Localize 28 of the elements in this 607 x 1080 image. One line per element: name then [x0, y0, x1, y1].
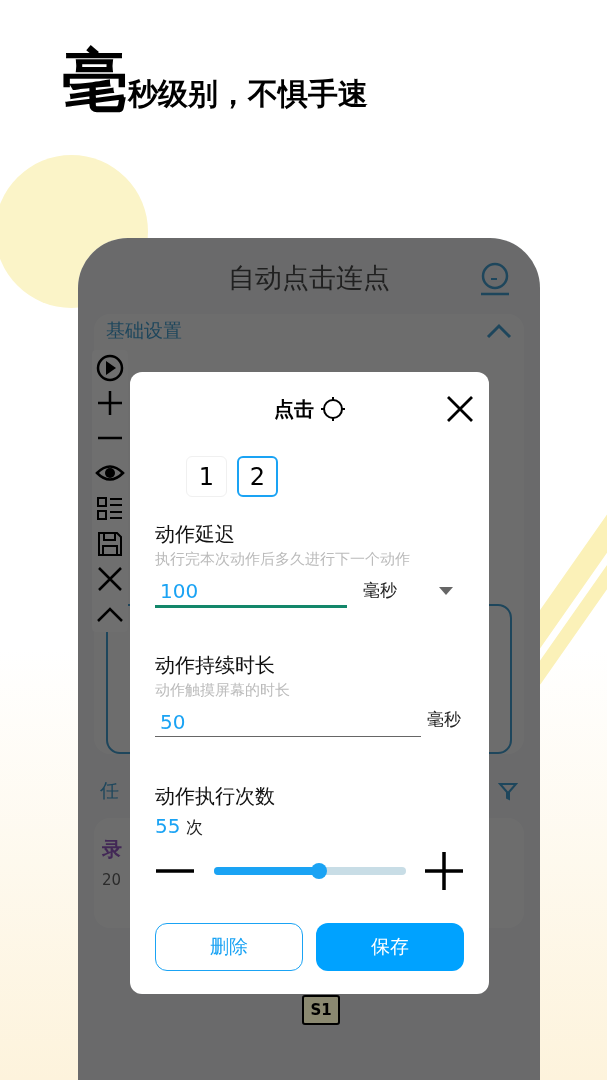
- unit-label: 毫秒: [427, 708, 461, 731]
- section-title: 任: [100, 778, 119, 803]
- click-marker[interactable]: S1: [302, 995, 340, 1025]
- headline-text: 秒级别，不惧手速: [128, 77, 368, 110]
- field-hint: 动作触摸屏幕的时长: [155, 681, 291, 700]
- dialog-button[interactable]: 删除: [155, 923, 303, 971]
- unit-dropdown[interactable]: 毫秒: [347, 579, 453, 608]
- field-label: 动作延迟: [155, 521, 236, 548]
- dialog-button[interactable]: 保存: [316, 923, 464, 971]
- step-tab[interactable]: 1: [186, 456, 227, 497]
- plus-icon[interactable]: [424, 851, 464, 891]
- input-field[interactable]: 100: [155, 577, 347, 608]
- caret-icon: [439, 586, 453, 595]
- step-tab[interactable]: 2: [237, 456, 278, 497]
- slider-thumb[interactable]: [311, 863, 328, 879]
- play-icon[interactable]: [95, 352, 125, 383]
- dialog-title: 点击: [273, 395, 314, 423]
- task-title: 录: [102, 836, 122, 863]
- count-value: 55: [155, 814, 181, 838]
- app-title: 自动点击连点: [228, 261, 390, 295]
- close-icon[interactable]: [446, 395, 474, 423]
- count-unit: 次: [186, 816, 204, 839]
- section-title[interactable]: 基础设置: [106, 318, 182, 344]
- input-field[interactable]: 50: [155, 708, 421, 737]
- field-label: 动作执行次数: [155, 783, 276, 810]
- field-label: 动作持续时长: [155, 652, 276, 679]
- crosshair-icon: [319, 396, 346, 422]
- task-date: 20: [102, 871, 122, 889]
